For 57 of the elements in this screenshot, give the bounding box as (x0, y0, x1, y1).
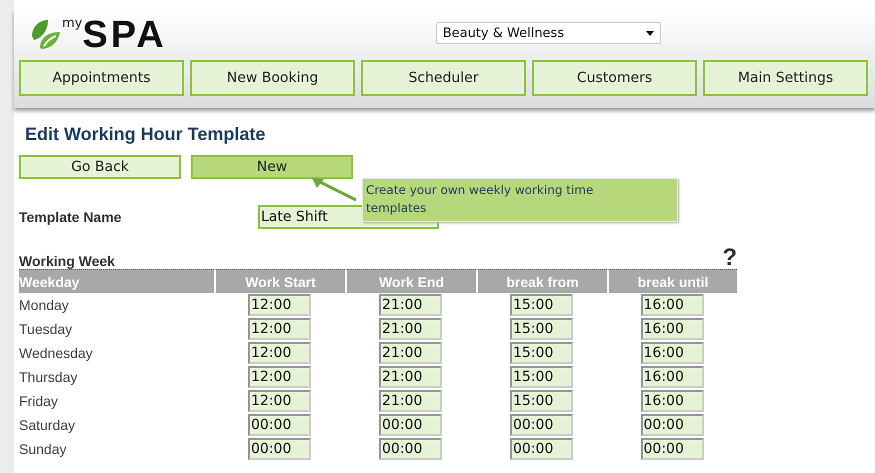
time-field[interactable]: 00:00 (248, 414, 311, 436)
template-name-label: Template Name (19, 209, 122, 225)
nav-button[interactable]: Main Settings (703, 60, 868, 96)
working-week-title: Working Week (19, 253, 116, 269)
time-field[interactable]: 16:00 (640, 318, 704, 340)
weekday-label: Friday (19, 392, 59, 411)
time-field[interactable]: 21:00 (379, 294, 442, 316)
time-field[interactable]: 15:00 (510, 390, 573, 412)
weekday-label: Monday (19, 296, 70, 315)
nav-button[interactable]: Appointments (19, 60, 184, 96)
column-header: Weekday (19, 269, 214, 293)
time-field[interactable]: 12:00 (248, 366, 311, 388)
time-field[interactable]: 12:00 (248, 390, 311, 412)
logo-superscript: my (62, 16, 82, 31)
business-select[interactable]: Beauty & Wellness (436, 22, 661, 44)
weekday-label: Sunday (19, 440, 68, 459)
tooltip: Create your own weekly working time templates (362, 178, 678, 222)
column-header: Work Start (214, 269, 345, 293)
time-field[interactable]: 16:00 (640, 294, 704, 316)
column-header: break until (607, 269, 737, 293)
time-field[interactable]: 00:00 (510, 414, 573, 436)
time-field[interactable]: 00:00 (248, 438, 311, 460)
time-field[interactable]: 00:00 (510, 438, 573, 460)
weekday-label: Wednesday (19, 344, 94, 363)
nav-button[interactable]: Scheduler (361, 60, 526, 96)
logo-text: SPA (82, 14, 167, 56)
time-field[interactable]: 00:00 (379, 438, 442, 460)
time-field[interactable]: 12:00 (248, 318, 311, 340)
time-field[interactable]: 12:00 (248, 342, 311, 364)
time-field[interactable]: 15:00 (510, 318, 573, 340)
time-field[interactable]: 21:00 (379, 342, 442, 364)
time-field[interactable]: 00:00 (640, 414, 704, 436)
time-field[interactable]: 21:00 (379, 366, 442, 388)
column-header: Work End (345, 269, 476, 293)
action-button[interactable]: New (191, 155, 353, 179)
help-icon[interactable]: ? (722, 247, 737, 269)
weekday-label: Saturday (19, 416, 76, 435)
leaf-icon (30, 18, 62, 50)
time-field[interactable]: 16:00 (640, 366, 704, 388)
nav-button[interactable]: Customers (532, 60, 697, 96)
nav-button[interactable]: New Booking (190, 60, 355, 96)
time-field[interactable]: 21:00 (379, 318, 442, 340)
time-field[interactable]: 16:00 (640, 390, 704, 412)
time-field[interactable]: 15:00 (510, 366, 573, 388)
time-field[interactable]: 15:00 (510, 294, 573, 316)
time-field[interactable]: 12:00 (248, 294, 311, 316)
column-header: break from (476, 269, 607, 293)
time-field[interactable]: 15:00 (510, 342, 573, 364)
time-field[interactable]: 00:00 (640, 438, 704, 460)
time-field[interactable]: 16:00 (640, 342, 704, 364)
caret-icon (646, 30, 654, 36)
page-title: Edit Working Hour Template (25, 124, 266, 145)
weekday-label: Tuesday (19, 320, 74, 339)
time-field[interactable]: 21:00 (379, 390, 442, 412)
action-button[interactable]: Go Back (19, 155, 181, 179)
time-field[interactable]: 00:00 (379, 414, 442, 436)
weekday-label: Thursday (19, 368, 78, 387)
